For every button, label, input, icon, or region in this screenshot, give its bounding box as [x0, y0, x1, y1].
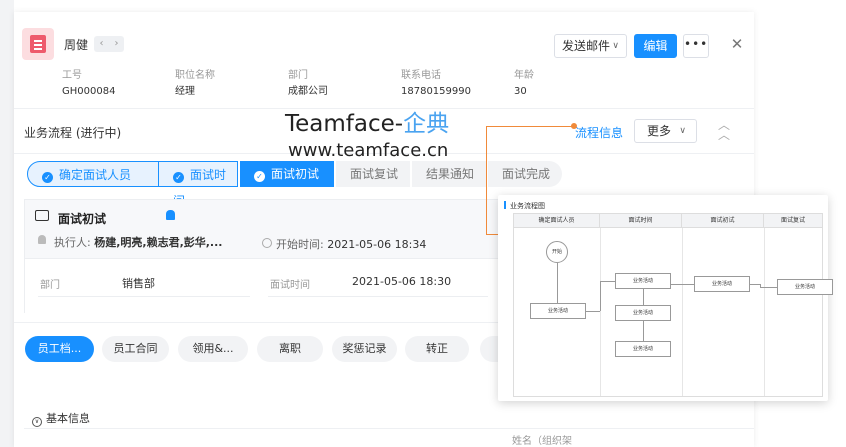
close-icon[interactable]: ✕ — [728, 34, 746, 54]
send-mail-button[interactable]: 发送邮件 ∨ — [554, 34, 627, 58]
tab-resignation[interactable]: 离职 — [257, 336, 323, 362]
lane-header: 面试时间 — [600, 214, 682, 228]
tab-overflow[interactable] — [480, 336, 500, 362]
lane-header: 确定面试人员 — [514, 214, 600, 228]
lane-header: 面试复试 — [764, 214, 822, 228]
flow-info-link[interactable]: 流程信息 — [575, 124, 623, 141]
record-name: 周健 — [64, 38, 89, 52]
step-confirm-interviewee[interactable]: ✓ 确定面试人员 — [27, 161, 159, 187]
user-icon — [38, 235, 46, 244]
step-result-notice[interactable]: 结果通知 — [412, 161, 486, 187]
flow-node: 业务活动 — [777, 279, 833, 295]
bell-icon[interactable] — [166, 210, 175, 220]
tab-regularization[interactable]: 转正 — [405, 336, 469, 362]
watermark-url: www.teamface.cn — [288, 140, 449, 161]
connector-line — [486, 126, 574, 127]
step-interview-time[interactable]: ✓面试时间 — [158, 161, 238, 208]
chevron-right-icon[interactable]: › — [109, 36, 124, 52]
field-position: 职位名称 经理 — [175, 70, 215, 97]
check-icon: ✓ — [42, 172, 53, 183]
flow-node: 业务活动 — [530, 303, 586, 319]
chevron-down-icon: ∨ — [679, 126, 686, 136]
tab-employee-contract[interactable]: 员工合同 — [102, 336, 169, 362]
chevron-left-icon[interactable]: ‹ — [94, 36, 109, 52]
more-label: 更多 — [647, 124, 672, 138]
flow-edge — [750, 284, 760, 285]
more-options-button[interactable]: ••• — [683, 34, 709, 58]
flow-edge — [760, 287, 777, 288]
lane-header: 面试初试 — [682, 214, 764, 228]
flow-node: 业务活动 — [694, 276, 750, 292]
field-phone: 联系电话 18780159990 — [401, 70, 471, 97]
flow-edge — [586, 311, 600, 312]
step-first-interview[interactable]: ✓ 面试初试 — [240, 161, 334, 187]
field-department: 部门 成都公司 — [288, 70, 328, 97]
basic-info-section[interactable]: ∨ 基本信息 — [32, 410, 90, 427]
tab-requisition[interactable]: 领用&... — [178, 336, 248, 362]
name-org-label: 姓名（组织架 — [512, 436, 572, 447]
dept-value: 销售部 — [122, 277, 155, 290]
record-icon — [22, 28, 54, 60]
divider — [24, 428, 754, 429]
check-icon: ✓ — [254, 171, 265, 182]
executors: 执行人: 杨建,明亮,赖志君,彭华,... — [54, 236, 223, 249]
flow-edge — [600, 281, 615, 282]
background-left — [0, 0, 14, 447]
field-employee-id: 工号 GH000084 — [62, 70, 116, 97]
send-mail-label: 发送邮件 — [562, 39, 611, 53]
connector-line — [486, 126, 487, 234]
check-icon: ✓ — [173, 172, 184, 183]
flowchart-title: 业务流程图 — [510, 202, 545, 210]
collapse-circle-icon: ∨ — [32, 417, 42, 427]
field-age: 年龄 30 — [514, 70, 534, 97]
collapse-icon[interactable]: ︿ ︿ — [716, 119, 732, 141]
flow-edge — [671, 284, 694, 285]
more-button[interactable]: 更多 ∨ — [634, 119, 697, 143]
node-title: 面试初试 — [58, 212, 107, 226]
step-second-interview[interactable]: 面试复试 — [336, 161, 410, 187]
lane-separator — [682, 228, 683, 396]
step-interview-complete[interactable]: 面试完成 — [488, 161, 562, 187]
record-nav[interactable]: ‹ › — [94, 36, 124, 52]
watermark-brand: Teamface-企典 — [285, 111, 450, 137]
chevron-down-icon: ∨ — [612, 41, 619, 51]
interview-time-value: 2021-05-06 18:30 — [352, 275, 452, 288]
start-time: 开始时间: 2021-05-06 18:34 — [276, 238, 427, 251]
flow-node: 业务活动 — [615, 273, 671, 289]
tab-employee-file[interactable]: 员工档... — [25, 336, 94, 362]
connector-dot — [571, 123, 577, 129]
flow-edge — [600, 281, 601, 311]
flow-edge — [643, 321, 644, 341]
flow-start-node: 开始 — [546, 241, 568, 263]
lane-separator — [764, 228, 765, 396]
edit-button[interactable]: 编辑 — [634, 34, 677, 58]
window-icon — [35, 210, 49, 221]
flow-node: 业务活动 — [615, 341, 671, 357]
title-accent — [504, 201, 506, 209]
interview-time-label: 面试时间 — [270, 280, 310, 291]
underline — [268, 296, 488, 297]
flow-edge — [643, 289, 644, 305]
flow-node: 业务活动 — [615, 305, 671, 321]
process-title: 业务流程 (进行中) — [24, 126, 122, 140]
underline — [38, 296, 250, 297]
dept-label: 部门 — [40, 280, 60, 291]
flow-edge — [557, 263, 558, 303]
lane-separator — [600, 228, 601, 396]
tab-rewards-punishments[interactable]: 奖惩记录 — [332, 336, 397, 362]
clock-icon — [262, 238, 272, 248]
